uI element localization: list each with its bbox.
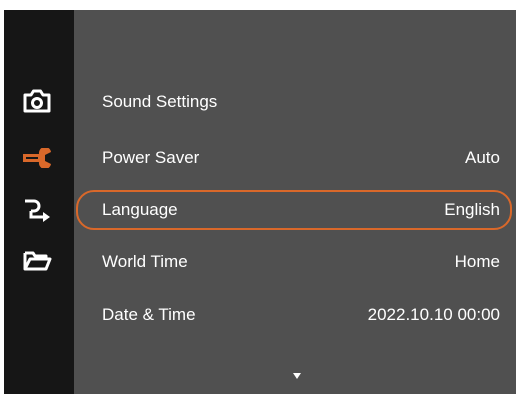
menu-item-value: Home bbox=[454, 252, 500, 271]
camera-icon[interactable] bbox=[20, 84, 54, 118]
menu-item-value: Auto bbox=[465, 148, 500, 167]
folder-icon[interactable] bbox=[20, 243, 54, 277]
menu-item-label: World Time bbox=[102, 252, 188, 271]
menu-item-power-saver[interactable]: Power Saver Auto bbox=[74, 136, 516, 180]
menu-item-label: Language bbox=[102, 200, 178, 219]
menu-item-label: Sound Settings bbox=[102, 92, 218, 111]
menu-item-language[interactable]: Language English bbox=[74, 188, 516, 232]
settings-screen: Sound Settings Power Saver Auto Language… bbox=[4, 10, 516, 394]
menu-item-value: English bbox=[444, 200, 500, 219]
menu-item-world-time[interactable]: World Time Home bbox=[74, 240, 516, 284]
sidebar bbox=[4, 10, 74, 394]
menu-item-value: 2022.10.10 00:00 bbox=[367, 305, 500, 324]
menu-item-label: Power Saver bbox=[102, 148, 200, 167]
down-triangle-icon[interactable] bbox=[292, 368, 302, 379]
menu-item-sound-settings[interactable]: Sound Settings bbox=[74, 80, 516, 124]
menu-item-label: Date & Time bbox=[102, 305, 196, 324]
transfer-arrow-icon[interactable] bbox=[20, 191, 54, 225]
wrench-icon[interactable] bbox=[20, 141, 54, 175]
menu-item-date-time[interactable]: Date & Time 2022.10.10 00:00 bbox=[74, 293, 516, 337]
